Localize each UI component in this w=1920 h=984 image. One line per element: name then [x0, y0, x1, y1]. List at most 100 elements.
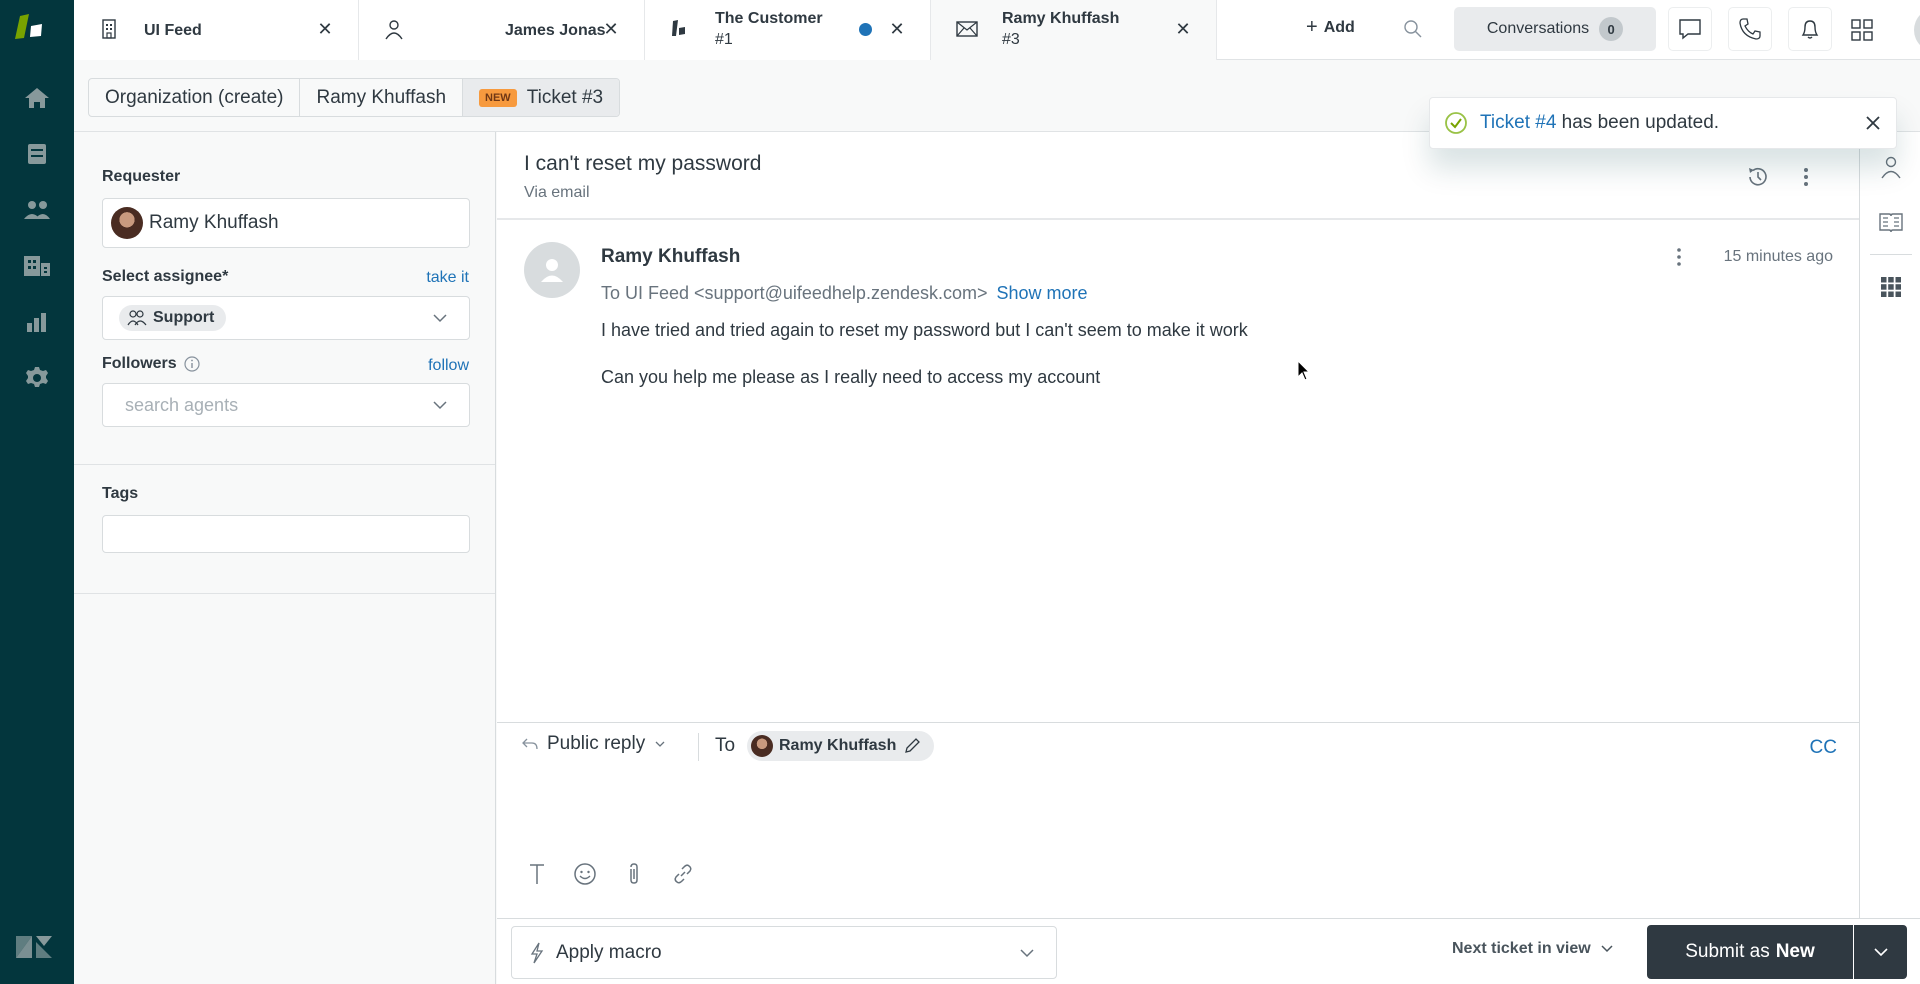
- tab-label: James Jonas: [505, 21, 606, 39]
- nav-views[interactable]: [17, 134, 57, 174]
- nav-reporting[interactable]: [17, 302, 57, 342]
- ticket-main: I can't reset my password Via email Ramy…: [497, 132, 1859, 984]
- search-button[interactable]: [1402, 18, 1424, 40]
- reply-type-dropdown[interactable]: Public reply: [521, 733, 667, 755]
- zendesk-product-logo[interactable]: [14, 12, 54, 42]
- info-icon[interactable]: [183, 355, 201, 373]
- nav-customers[interactable]: [17, 190, 57, 230]
- close-icon[interactable]: ✕: [886, 18, 908, 40]
- user-icon: [1881, 156, 1901, 179]
- message-author-avatar[interactable]: [524, 242, 580, 298]
- nav-admin[interactable]: [17, 358, 57, 398]
- message-author[interactable]: Ramy Khuffash: [601, 246, 740, 268]
- toast-message: Ticket #4 has been updated.: [1480, 112, 1719, 134]
- message-to-text: To UI Feed <support@uifeedhelp.zendesk.c…: [601, 283, 988, 303]
- take-it-link[interactable]: take it: [426, 269, 469, 287]
- plus-icon: +: [1306, 16, 1318, 38]
- tags-input[interactable]: [102, 515, 470, 553]
- history-button[interactable]: [1745, 164, 1771, 190]
- views-icon: [28, 144, 46, 164]
- apps-button[interactable]: [1878, 274, 1904, 300]
- tags-label: Tags: [102, 485, 139, 502]
- conversations-count-badge: 0: [1599, 17, 1624, 41]
- chat-button[interactable]: [1668, 7, 1712, 51]
- emoji-icon: [574, 863, 596, 885]
- followers-search-input[interactable]: search agents: [102, 383, 470, 427]
- nav-home[interactable]: [17, 78, 57, 118]
- link-button[interactable]: [670, 861, 696, 887]
- reply-icon: [522, 738, 538, 750]
- knowledge-button[interactable]: [1878, 209, 1904, 235]
- tab-the-customer[interactable]: The Customer #1 ✕: [645, 0, 931, 60]
- ticket-channel: Via email: [524, 184, 590, 201]
- unread-indicator: [859, 23, 872, 36]
- add-tab-button[interactable]: + Add: [1306, 16, 1355, 39]
- product-tray-button[interactable]: [1848, 16, 1876, 44]
- submit-button[interactable]: Submit as New: [1647, 925, 1853, 979]
- cc-link[interactable]: CC: [1810, 737, 1837, 759]
- building-icon: [24, 256, 50, 276]
- tab-bar: UI Feed ✕ James Jonas ✕ The Customer #1 ✕…: [74, 0, 1920, 60]
- assignee-dropdown[interactable]: Support: [102, 296, 470, 340]
- close-icon[interactable]: ✕: [314, 18, 336, 40]
- user-icon: [541, 259, 563, 282]
- user-avatar-button[interactable]: [1914, 8, 1920, 52]
- close-icon: [1866, 116, 1880, 130]
- attach-button[interactable]: [621, 861, 647, 887]
- apply-macro-dropdown[interactable]: Apply macro: [511, 926, 1057, 979]
- toast-close-button[interactable]: [1862, 112, 1884, 134]
- submit-options-button[interactable]: [1854, 925, 1907, 979]
- recipient-avatar: [751, 735, 773, 757]
- tab-ramy-khuffash[interactable]: Ramy Khuffash #3 ✕: [931, 0, 1217, 60]
- notifications-button[interactable]: [1788, 7, 1832, 51]
- breadcrumb-ticket[interactable]: NEW Ticket #3: [463, 79, 620, 116]
- tab-ui-feed[interactable]: UI Feed ✕: [74, 0, 359, 60]
- phone-icon: [1739, 18, 1761, 40]
- requester-name: Ramy Khuffash: [149, 212, 279, 233]
- recipient-name: Ramy Khuffash: [779, 737, 897, 754]
- requester-field[interactable]: Ramy Khuffash: [102, 198, 470, 248]
- conversations-button[interactable]: Conversations 0: [1454, 7, 1656, 51]
- text-formatting-button[interactable]: [524, 861, 550, 887]
- breadcrumb-ticket-label: Ticket #3: [526, 86, 604, 108]
- ticket-subject[interactable]: I can't reset my password: [524, 152, 761, 176]
- tab-james-jonas[interactable]: James Jonas ✕: [359, 0, 645, 60]
- emoji-button[interactable]: [572, 861, 598, 887]
- group-icon: [127, 310, 147, 326]
- toast-ticket-link[interactable]: Ticket #4: [1480, 112, 1556, 133]
- nav-organizations[interactable]: [17, 246, 57, 286]
- show-more-link[interactable]: Show more: [997, 283, 1088, 303]
- assignee-value: Support: [153, 309, 215, 326]
- chevron-down-icon: [433, 314, 447, 323]
- user-icon: [383, 18, 405, 40]
- divider: [74, 593, 495, 594]
- context-panel-rail: [1859, 132, 1920, 918]
- next-ticket-dropdown[interactable]: Next ticket in view: [1452, 940, 1615, 958]
- breadcrumb: Organization (create) Ramy Khuffash NEW …: [88, 78, 621, 117]
- message-options-button[interactable]: [1667, 244, 1691, 270]
- talk-button[interactable]: [1728, 7, 1772, 51]
- chevron-down-icon: [1020, 948, 1034, 957]
- ticket-properties-panel: Requester Ramy Khuffash Select assignee*…: [74, 132, 496, 984]
- followers-placeholder: search agents: [125, 394, 239, 415]
- requester-label: Requester: [102, 168, 181, 185]
- ticket-footer: Apply macro Next ticket in view Submit a…: [497, 918, 1920, 984]
- breadcrumb-organization[interactable]: Organization (create): [89, 79, 301, 116]
- tab-label: Ramy Khuffash #3: [1002, 10, 1120, 48]
- tab-label: UI Feed: [144, 21, 202, 39]
- zendesk-logo[interactable]: [14, 932, 54, 962]
- recipient-pill[interactable]: Ramy Khuffash: [747, 731, 935, 761]
- divider: [1870, 254, 1912, 255]
- users-icon: [24, 201, 50, 219]
- breadcrumb-requester[interactable]: Ramy Khuffash: [300, 79, 464, 116]
- chevron-down-icon: [655, 741, 665, 747]
- follow-link[interactable]: follow: [428, 357, 469, 375]
- text-format-icon: [530, 864, 544, 884]
- followers-label: Followers: [102, 355, 201, 373]
- ticket-options-button[interactable]: [1793, 164, 1819, 190]
- pencil-icon[interactable]: [902, 736, 922, 756]
- customer-context-button[interactable]: [1878, 154, 1904, 180]
- assignee-label: Select assignee*: [102, 268, 229, 285]
- close-icon[interactable]: ✕: [1172, 18, 1194, 40]
- close-icon[interactable]: ✕: [600, 18, 622, 40]
